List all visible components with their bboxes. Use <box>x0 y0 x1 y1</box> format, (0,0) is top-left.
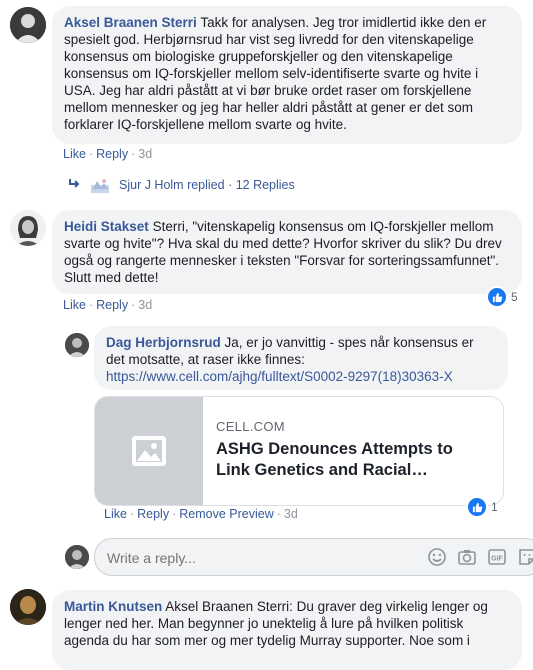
reaction-count[interactable]: 5 <box>486 286 518 308</box>
comment-actions: Like · Reply · Remove Preview · 3d <box>104 507 298 521</box>
comment-bubble-aksel: Aksel Braanen Sterri Takk for analysen. … <box>52 6 522 144</box>
link-preview-domain: CELL.COM <box>216 419 285 434</box>
comment-text: Takk for analysen. Jeg tror imidlertid i… <box>64 15 487 132</box>
reaction-count-text: 5 <box>511 290 518 304</box>
timestamp[interactable]: 3d <box>138 298 152 312</box>
comment-bubble-martin: Martin Knutsen Aksel Braanen Sterri: Du … <box>52 590 522 670</box>
comment-actions: Like · Reply · 3d <box>63 298 153 312</box>
emoji-icon[interactable] <box>427 547 447 567</box>
like-link[interactable]: Like <box>63 147 86 161</box>
comment-author[interactable]: Aksel Braanen Sterri <box>64 15 197 30</box>
comment-bubble-dag: Dag Herbjornsrud Ja, er jo vanvittig - s… <box>94 326 508 390</box>
link-preview-image <box>95 397 203 505</box>
link-preview-title[interactable]: ASHG Denounces Attempts to Link Genetics… <box>216 439 486 481</box>
remove-preview-link[interactable]: Remove Preview <box>179 507 273 521</box>
reaction-count[interactable]: 1 <box>466 496 498 518</box>
comment-bubble-heidi: Heidi Stakset Sterri, "vitenskapelig kon… <box>52 210 522 294</box>
avatar-heidi[interactable] <box>10 210 46 246</box>
replies-summary-link[interactable]: Sjur J Holm replied · 12 Replies <box>119 178 295 192</box>
camera-icon[interactable] <box>457 547 477 567</box>
image-placeholder-icon <box>132 436 166 466</box>
sticker-icon[interactable] <box>517 547 533 567</box>
current-user-avatar <box>65 545 89 569</box>
replier-avatar <box>91 177 109 193</box>
comment-author[interactable]: Heidi Stakset <box>64 219 149 234</box>
reply-link[interactable]: Reply <box>96 147 128 161</box>
avatar-martin[interactable] <box>10 589 46 625</box>
timestamp[interactable]: 3d <box>284 507 298 521</box>
svg-text:GIF: GIF <box>491 556 503 563</box>
reply-link[interactable]: Reply <box>137 507 169 521</box>
avatar-dag[interactable] <box>65 333 89 357</box>
thumbs-up-icon <box>466 496 488 518</box>
gif-icon[interactable]: GIF <box>487 547 507 567</box>
timestamp[interactable]: 3d <box>138 147 152 161</box>
avatar-aksel[interactable] <box>10 7 46 43</box>
reply-input[interactable] <box>105 547 409 569</box>
reply-composer[interactable]: GIF <box>94 538 533 576</box>
comment-actions: Like · Reply · 3d <box>63 147 153 161</box>
comment-author[interactable]: Dag Herbjornsrud <box>106 335 221 350</box>
comment-url-link[interactable]: https://www.cell.com/ajhg/fulltext/S0002… <box>106 369 453 384</box>
like-link[interactable]: Like <box>63 298 86 312</box>
reply-arrow-icon <box>68 178 82 193</box>
thumbs-up-icon <box>486 286 508 308</box>
reply-link[interactable]: Reply <box>96 298 128 312</box>
reaction-count-text: 1 <box>491 500 498 514</box>
link-preview-card[interactable]: CELL.COM ASHG Denounces Attempts to Link… <box>94 396 504 506</box>
comment-author[interactable]: Martin Knutsen <box>64 599 162 614</box>
like-link[interactable]: Like <box>104 507 127 521</box>
